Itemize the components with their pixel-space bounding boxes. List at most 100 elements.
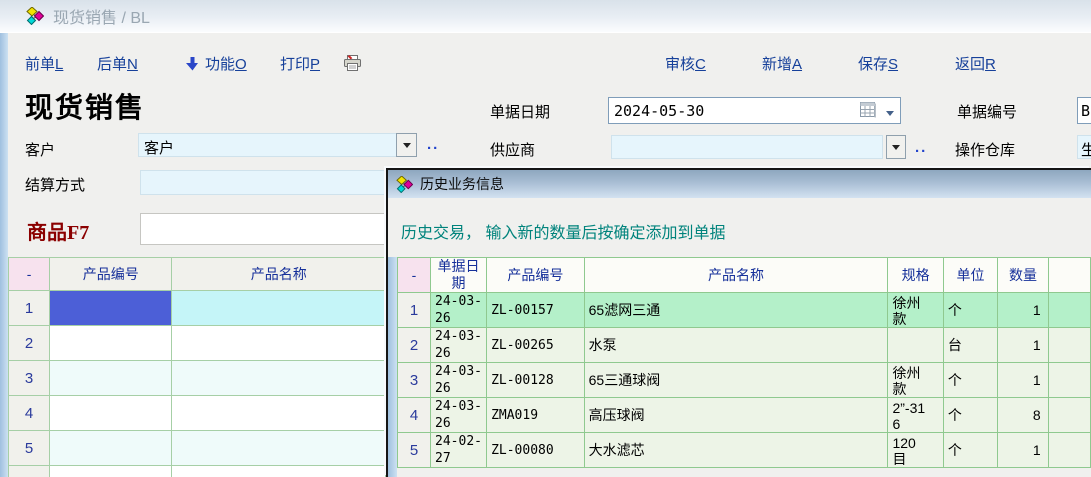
printer-icon[interactable]: [343, 55, 362, 71]
grid-cell[interactable]: [50, 431, 172, 466]
cell-qty[interactable]: 1: [998, 328, 1048, 363]
row-number[interactable]: 5: [398, 433, 431, 468]
cell-name[interactable]: 水泵: [584, 328, 888, 363]
cell-spec[interactable]: 2”-316: [888, 398, 943, 433]
row-number[interactable]: 2: [9, 326, 50, 361]
row-number[interactable]: 2: [398, 328, 431, 363]
col-header-doc-date[interactable]: 单据日期: [431, 258, 487, 293]
history-row[interactable]: 2 24-03-26 ZL-00265 水泵 台 1: [398, 328, 1091, 363]
doc-date-field[interactable]: 2024-05-30: [608, 97, 901, 124]
cell-qty[interactable]: 8: [998, 398, 1048, 433]
doc-no-field[interactable]: BL: [1077, 97, 1091, 124]
cell-name[interactable]: 大水滤芯: [584, 433, 888, 468]
cell-name[interactable]: 65三通球阀: [584, 363, 888, 398]
grid-cell[interactable]: [172, 431, 386, 466]
grid-cell[interactable]: [50, 326, 172, 361]
supplier-combo[interactable]: [611, 135, 883, 159]
save-button[interactable]: 保存S: [858, 53, 898, 74]
product-input[interactable]: [140, 213, 385, 245]
customer-dropdown-button[interactable]: [396, 133, 417, 157]
grid-row[interactable]: 1: [9, 291, 386, 326]
cell-unit[interactable]: 个: [943, 433, 997, 468]
history-row[interactable]: 3 24-03-26 ZL-00128 65三通球阀 徐州款 个 1: [398, 363, 1091, 398]
cell-qty[interactable]: 1: [998, 433, 1048, 468]
col-header-product-code[interactable]: 产品编号: [50, 258, 172, 291]
col-header-product-code[interactable]: 产品编号: [487, 258, 585, 293]
grid-cell[interactable]: [50, 466, 172, 477]
cell-extra[interactable]: [1048, 328, 1090, 363]
customer-browse-link[interactable]: ..: [427, 136, 439, 153]
col-header-unit[interactable]: 单位: [943, 258, 997, 293]
cell-spec[interactable]: 120目: [888, 433, 943, 468]
cell-qty[interactable]: 1: [998, 293, 1048, 328]
next-doc-button[interactable]: 后单N: [97, 53, 138, 74]
supplier-dropdown-button[interactable]: [886, 135, 906, 159]
cell-unit[interactable]: 个: [943, 398, 997, 433]
cell-code[interactable]: ZL-00080: [487, 433, 585, 468]
cell-code[interactable]: ZL-00265: [487, 328, 585, 363]
grid-row[interactable]: 2: [9, 326, 386, 361]
row-number[interactable]: 4: [9, 396, 50, 431]
cell-code[interactable]: ZL-00157: [487, 293, 585, 328]
history-row[interactable]: 4 24-03-26 ZMA019 高压球阀 2”-316 个 8: [398, 398, 1091, 433]
row-number[interactable]: 3: [398, 363, 431, 398]
grid-row[interactable]: 6: [9, 466, 386, 477]
row-number[interactable]: 6: [9, 466, 50, 477]
col-header-qty[interactable]: 数量: [998, 258, 1048, 293]
cell-name[interactable]: 高压球阀: [584, 398, 888, 433]
functions-button[interactable]: 功能O: [205, 53, 247, 74]
grid-row[interactable]: 4: [9, 396, 386, 431]
cell-unit[interactable]: 台: [943, 328, 997, 363]
warehouse-field[interactable]: 生: [1077, 135, 1091, 159]
row-number[interactable]: 4: [398, 398, 431, 433]
cell-date[interactable]: 24-03-26: [431, 363, 487, 398]
grid-row[interactable]: 3: [9, 361, 386, 396]
grid-cell[interactable]: [172, 326, 386, 361]
grid-cell[interactable]: [172, 396, 386, 431]
row-number[interactable]: 1: [9, 291, 50, 326]
history-row[interactable]: 5 24-02-27 ZL-00080 大水滤芯 120目 个 1: [398, 433, 1091, 468]
grid-cell[interactable]: [172, 361, 386, 396]
grid-cell[interactable]: [50, 361, 172, 396]
cell-spec[interactable]: [888, 328, 943, 363]
return-button[interactable]: 返回R: [955, 53, 996, 74]
customer-combo[interactable]: 客户: [138, 133, 397, 157]
audit-button[interactable]: 审核C: [665, 53, 706, 74]
history-row[interactable]: 1 24-03-26 ZL-00157 65滤网三通 徐州款 个 1: [398, 293, 1091, 328]
cell-code[interactable]: ZMA019: [487, 398, 585, 433]
cell-code[interactable]: ZL-00128: [487, 363, 585, 398]
grid-cell[interactable]: [172, 291, 386, 326]
settlement-field[interactable]: [140, 170, 385, 195]
cell-extra[interactable]: [1048, 433, 1090, 468]
cell-extra[interactable]: [1048, 293, 1090, 328]
cell-qty[interactable]: 1: [998, 363, 1048, 398]
cell-date[interactable]: 24-03-26: [431, 293, 487, 328]
grid-cell[interactable]: [172, 466, 386, 477]
grid-cell[interactable]: [50, 396, 172, 431]
grid-corner-header[interactable]: -: [9, 258, 50, 291]
cell-date[interactable]: 24-03-26: [431, 398, 487, 433]
cell-unit[interactable]: 个: [943, 363, 997, 398]
col-header-product-name[interactable]: 产品名称: [584, 258, 888, 293]
selected-cell[interactable]: [50, 291, 172, 326]
row-number[interactable]: 3: [9, 361, 50, 396]
cell-spec[interactable]: 徐州款: [888, 363, 943, 398]
row-number[interactable]: 1: [398, 293, 431, 328]
prev-doc-button[interactable]: 前单L: [25, 53, 63, 74]
cell-date[interactable]: 24-03-26: [431, 328, 487, 363]
cell-extra[interactable]: [1048, 363, 1090, 398]
add-new-button[interactable]: 新增A: [762, 53, 802, 74]
cell-name[interactable]: 65滤网三通: [584, 293, 888, 328]
date-dropdown-arrow-icon[interactable]: [886, 111, 894, 120]
col-header-product-name[interactable]: 产品名称: [172, 258, 386, 291]
cell-spec[interactable]: 徐州款: [888, 293, 943, 328]
cell-unit[interactable]: 个: [943, 293, 997, 328]
row-number[interactable]: 5: [9, 431, 50, 466]
supplier-browse-link[interactable]: ..: [915, 139, 927, 156]
print-button[interactable]: 打印P: [280, 53, 320, 74]
col-header-spec[interactable]: 规格: [888, 258, 943, 293]
grid-row[interactable]: 5: [9, 431, 386, 466]
grid-corner-header[interactable]: -: [398, 258, 431, 293]
cell-date[interactable]: 24-02-27: [431, 433, 487, 468]
cell-extra[interactable]: [1048, 398, 1090, 433]
